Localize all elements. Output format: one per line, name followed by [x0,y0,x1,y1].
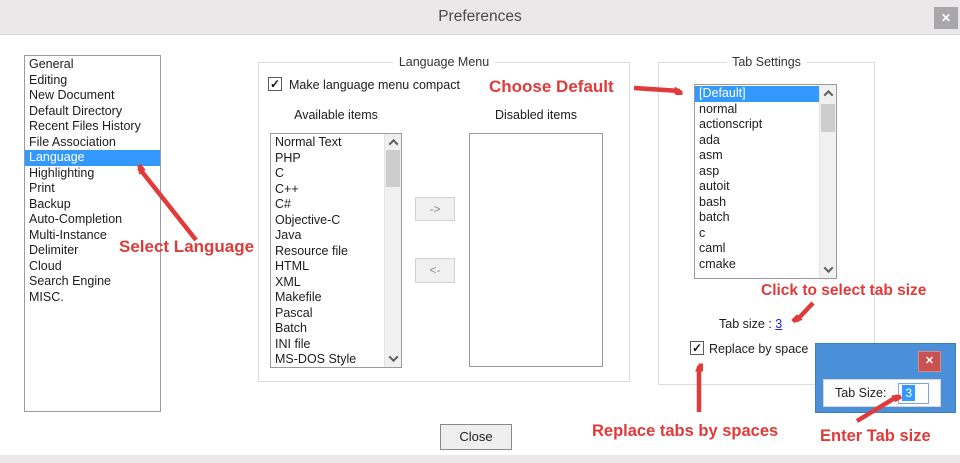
scrollbar-thumb[interactable] [386,150,400,187]
list-item[interactable]: HTML [271,259,384,275]
checkmark-icon: ✓ [269,77,281,91]
checkmark-icon: ✓ [691,341,703,355]
list-item[interactable]: Recent Files History [25,119,160,135]
annotation-choose-default: Choose Default [489,77,614,96]
list-item[interactable]: C# [271,197,384,213]
annotation-select-language: Select Language [119,237,255,256]
tab-settings-listbox: [Default] normal actionscript ada asm asp auto… [694,84,837,279]
list-item[interactable]: Objective-C [271,213,384,229]
tab-settings-legend: Tab Settings [726,55,807,69]
scroll-up-icon[interactable] [820,85,836,102]
list-item[interactable]: Backup [25,197,160,213]
list-item[interactable]: C++ [271,182,384,198]
compact-menu-checkbox-label: Make language menu compact [289,78,460,92]
replace-by-space-label: Replace by space [709,342,809,356]
list-item[interactable]: New Document [25,88,160,104]
disabled-items-listbox[interactable] [469,133,603,367]
move-right-button[interactable]: -> [415,197,455,221]
scroll-down-icon[interactable] [820,261,836,278]
tab-settings-list: [Default] normal actionscript ada asm asp auto… [695,86,819,278]
replace-by-space-checkbox[interactable]: ✓ [690,341,704,355]
available-items-list: Normal Text PHP C C++ C# Objective-C Java Resou… [271,135,384,367]
list-item[interactable]: asp [695,164,819,180]
move-left-button[interactable]: <- [415,258,455,283]
tab-size-input[interactable]: 3 [898,382,930,404]
list-item[interactable]: MS-DOS Style [271,352,384,367]
available-scrollbar[interactable] [384,134,401,367]
list-item[interactable]: cmake [695,257,819,273]
disabled-items-list [470,135,602,366]
list-item[interactable]: autoit [695,179,819,195]
list-item[interactable]: Default Directory [25,104,160,120]
available-items-label: Available items [294,108,378,122]
overlay-close-button[interactable]: ✕ [918,351,941,372]
available-items-listbox: Normal Text PHP C C++ C# Objective-C Java Resou… [270,133,402,368]
tab-size-overlay-dialog: ✕ Tab Size: 3 [815,343,956,413]
list-item[interactable]: bash [695,195,819,211]
compact-menu-checkbox[interactable]: ✓ [268,77,282,91]
list-item[interactable]: [Default] [695,86,819,102]
list-item[interactable]: batch [695,210,819,226]
window-close-button[interactable]: ✕ [934,7,958,29]
list-item[interactable]: c [695,226,819,242]
list-item[interactable]: actionscript [695,117,819,133]
tab-size-label: Tab size : [719,317,772,331]
tab-size-link[interactable]: 3 [775,317,782,331]
list-item[interactable]: Auto-Completion [25,212,160,228]
close-icon: ✕ [940,11,952,25]
scrollbar-thumb[interactable] [821,104,835,132]
category-listbox: General Editing New Document Default Direct… [24,55,161,412]
titlebar: Preferences ✕ [0,0,960,34]
category-list: General Editing New Document Default Direct… [25,57,160,411]
list-item[interactable]: Normal Text [271,135,384,151]
close-icon: ✕ [924,355,935,367]
list-item[interactable]: caml [695,241,819,257]
list-item[interactable]: ada [695,133,819,149]
language-menu-legend: Language Menu [392,55,496,69]
tab-size-input-value: 3 [902,385,916,401]
tab-settings-scrollbar[interactable] [819,85,836,278]
list-item[interactable]: Batch [271,321,384,337]
scroll-down-icon[interactable] [385,350,401,367]
disabled-items-label: Disabled items [495,108,577,122]
list-item[interactable]: Makefile [271,290,384,306]
annotation-click-tab-size: Click to select tab size [761,282,927,299]
list-item[interactable]: Resource file [271,244,384,260]
list-item[interactable]: Pascal [271,306,384,322]
annotation-enter-tab-size: Enter Tab size [820,427,931,445]
annotation-replace-tabs: Replace tabs by spaces [592,422,779,440]
overlay-field-row: Tab Size: 3 [823,379,941,407]
list-item[interactable]: Highlighting [25,166,160,182]
tab-size-row: Tab size : 3 [719,317,782,331]
window-title: Preferences [438,8,522,25]
scroll-up-icon[interactable] [385,134,401,151]
list-item[interactable]: Editing [25,73,160,89]
list-item[interactable]: asm [695,148,819,164]
list-item[interactable]: normal [695,102,819,118]
list-item[interactable]: INI file [271,337,384,353]
list-item[interactable]: MISC. [25,290,160,306]
list-item[interactable]: XML [271,275,384,291]
list-item[interactable]: Print [25,181,160,197]
list-item[interactable]: Java [271,228,384,244]
list-item[interactable]: C [271,166,384,182]
list-item[interactable]: File Association [25,135,160,151]
list-item[interactable]: PHP [271,151,384,167]
list-item[interactable]: Cloud [25,259,160,275]
tab-size-field-label: Tab Size: [835,386,887,400]
close-button[interactable]: Close [440,424,512,450]
list-item[interactable]: Language [25,150,160,166]
preferences-window: Preferences ✕ General Editing New Document… [0,0,960,463]
list-item[interactable]: General [25,57,160,73]
list-item[interactable]: Search Engine [25,274,160,290]
